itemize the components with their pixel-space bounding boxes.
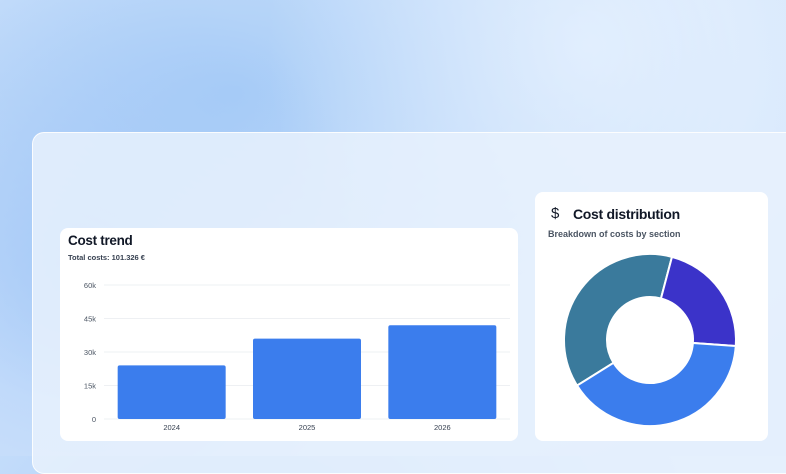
donut-slice-1[interactable] — [563, 253, 674, 387]
bar-2025[interactable] — [253, 338, 361, 419]
cost-distribution-donut-chart — [563, 253, 737, 427]
cost-distribution-card: $ Cost distribution Breakdown of costs b… — [535, 192, 768, 441]
y-tick-label: 30k — [84, 348, 96, 357]
x-tick-label: 2025 — [299, 423, 316, 432]
y-tick-label: 45k — [84, 315, 96, 324]
x-tick-label: 2026 — [434, 423, 451, 432]
bar-2024[interactable] — [117, 365, 226, 419]
cost-trend-card: Cost trend Total costs: 101.326 € 0 15k 30… — [60, 228, 518, 441]
cost-trend-bar-chart: 0 15k 30k 45k 60k 2024 2025 2026 — [84, 281, 510, 432]
y-tick-label: 0 — [92, 415, 96, 424]
y-tick-label: 15k — [84, 382, 96, 391]
bar-2026[interactable] — [388, 325, 497, 419]
y-tick-label: 60k — [84, 281, 96, 290]
donut-slice-2[interactable] — [659, 255, 737, 348]
x-tick-label: 2024 — [163, 423, 180, 432]
